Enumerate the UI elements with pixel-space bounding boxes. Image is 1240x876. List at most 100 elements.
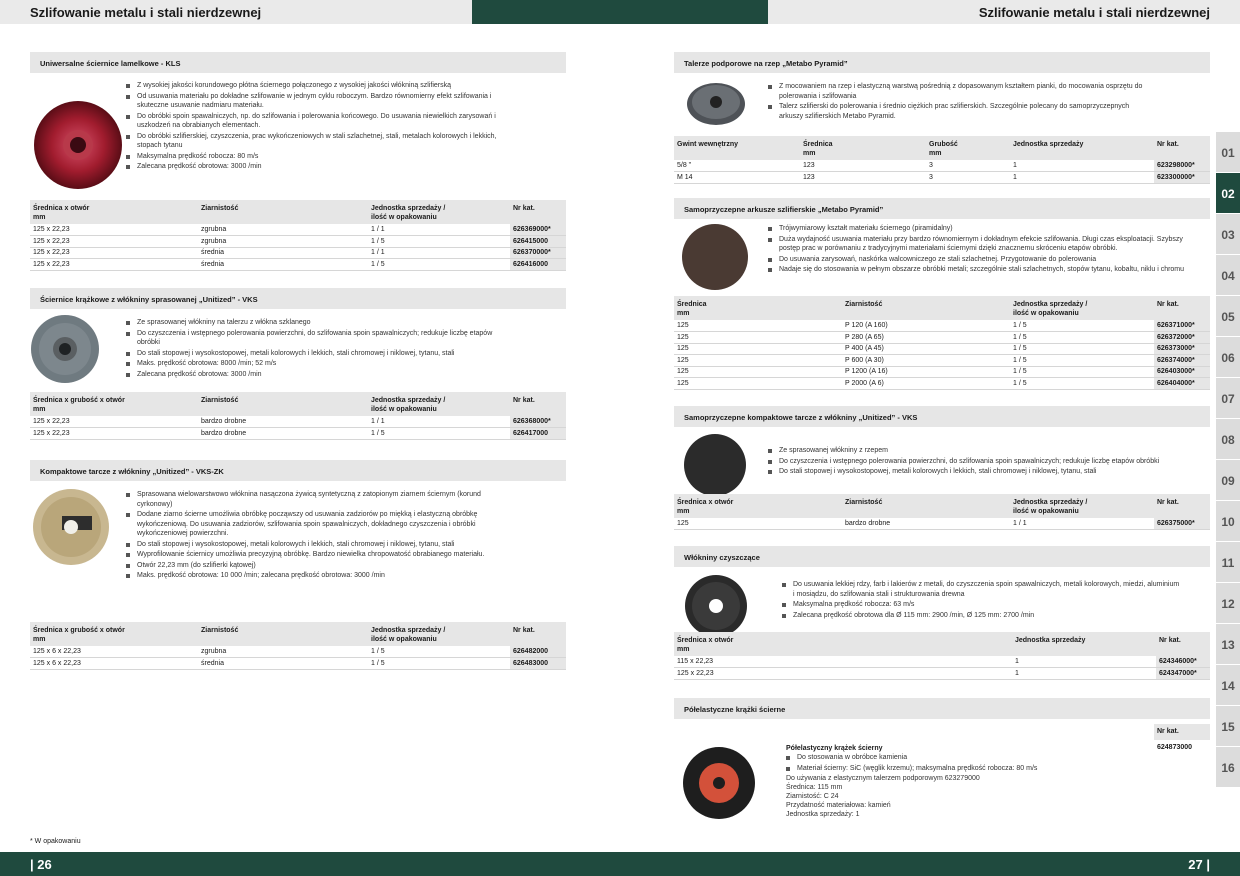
table-cell: 125 (674, 331, 842, 344)
column-header: Średnica x grubość x otwór mm (30, 392, 198, 416)
list-item: Zalecana prędkość obrotowa: 3000 /min (126, 162, 506, 172)
list-item: Maks. prędkość obrotowa: 8000 /min; 52 m… (126, 359, 506, 369)
page-number-right: 27 | (1188, 857, 1210, 872)
table-cell: 125 x 6 x 22,23 (30, 646, 198, 658)
table-cell: 1 / 1 (368, 224, 510, 236)
table-cell: 125 x 6 x 22,23 (30, 657, 198, 670)
tab-11[interactable]: 11 (1216, 542, 1240, 582)
table-header-row: Średnica x otwór mm Ziarnistość Jednostka … (30, 200, 566, 224)
tab-13[interactable]: 13 (1216, 624, 1240, 664)
column-header: Ziarnistość (842, 296, 1010, 320)
table-cell: P 600 (A 30) (842, 354, 1010, 367)
tab-15[interactable]: 15 (1216, 706, 1240, 746)
catalog-number-cell: 626368000* (510, 416, 566, 428)
catalog-number-cell: 626372000* (1154, 331, 1210, 344)
spec-table: Gwint wewnętrzny Średnica mm Grubość mm Jed… (674, 136, 1210, 184)
semi-flexible-disc-image (683, 747, 755, 819)
list-item: Maksymalna prędkość robocza: 80 m/s (126, 152, 506, 162)
tab-08[interactable]: 08 (1216, 419, 1240, 459)
table-cell: P 400 (A 45) (842, 343, 1010, 355)
column-header: Jednostka sprzedaży / ilość w opakowaniu (1010, 296, 1154, 320)
tab-10[interactable]: 10 (1216, 501, 1240, 541)
compact-disc-image (33, 489, 109, 565)
table-cell: 125 (674, 320, 842, 332)
column-header: Jednostka sprzedaży / ilość w opakowaniu (368, 392, 510, 416)
section-title: Włókniny czyszczące (674, 546, 1210, 567)
column-header: Ziarnistość (198, 392, 368, 416)
tab-14[interactable]: 14 (1216, 665, 1240, 705)
list-item: Do czyszczenia i wstępnego polerowania p… (768, 457, 1198, 467)
feature-list: Ze sprasowanej włókniny na talerzu z włó… (126, 318, 506, 380)
list-item: Do usuwania lekkiej rdzy, farb i lakieró… (782, 580, 1182, 599)
section-vks-zk: Kompaktowe tarcze z włókniny „Unitized” … (30, 460, 566, 670)
table-cell: 1 / 5 (1010, 354, 1154, 367)
catalog-number-cell: 626375000* (1154, 518, 1210, 530)
table-cell: 1 / 1 (368, 416, 510, 428)
feature-list: Z mocowaniem na rzep i elastyczną warstw… (768, 82, 1148, 122)
spec-line: Przydatność materiałowa: kamień (786, 802, 891, 809)
product-block: Z wysokiej jakości korundowego płótna śc… (30, 73, 566, 201)
column-header: Nr kat. (1154, 296, 1210, 320)
tab-12[interactable]: 12 (1216, 583, 1240, 623)
list-item: Do stali stopowej i wysokostopowej, meta… (768, 467, 1198, 477)
catalog-number-cell: 626482000 (510, 646, 566, 658)
tab-02[interactable]: 02 (1216, 173, 1240, 213)
list-item: Do stali stopowej i wysokostopowej, meta… (126, 349, 506, 359)
feature-list: Z wysokiej jakości korundowego płótna śc… (126, 81, 506, 173)
table-cell: 1 (1012, 656, 1156, 668)
catalog-number-cell: 626374000* (1154, 354, 1210, 367)
table-header-row: Gwint wewnętrzny Średnica mm Grubość mm Jed… (674, 136, 1210, 160)
spec-line: Średnica: 115 mm (786, 784, 843, 791)
catalog-number-cell: 626403000* (1154, 366, 1210, 378)
table-cell: 1 / 5 (368, 427, 510, 440)
list-item: Dodane ziarno ścierne umożliwia obróbkę … (126, 510, 506, 539)
table-cell: P 120 (A 160) (842, 320, 1010, 332)
tab-07[interactable]: 07 (1216, 378, 1240, 418)
table-cell: 1 / 5 (1010, 366, 1154, 378)
page-title-left: Szlifowanie metalu i stali nierdzewnej (30, 5, 262, 20)
table-row: 5/8 " 123 3 1 623298000* (674, 160, 1210, 172)
feature-list: Ze sprasowanej włókniny z rzepem Do czysz… (768, 446, 1198, 478)
page-number-left: | 26 (30, 857, 52, 872)
table-cell: bardzo drobne (198, 427, 368, 440)
catalog-number: 624873000 (1157, 744, 1193, 751)
tab-04[interactable]: 04 (1216, 255, 1240, 295)
feature-list: Do usuwania lekkiej rdzy, farb i lakieró… (782, 580, 1182, 621)
list-item: Z wysokiej jakości korundowego płótna śc… (126, 81, 506, 91)
nr-header: Nr kat. (1154, 724, 1210, 740)
section-title: Półelastyczne krążki ścierne (674, 698, 1210, 719)
table-row: 125 P 600 (A 30) 1 / 5 626374000* (674, 354, 1210, 367)
spec-line: Jednostka sprzedaży: 1 (786, 811, 860, 818)
bottom-bar: | 26 27 | (0, 852, 1240, 876)
table-row: M 14 123 3 1 623300000* (674, 171, 1210, 184)
table-cell: M 14 (674, 171, 800, 184)
section-pyramid-sheets: Samoprzyczepne arkusze szlifierskie „Met… (674, 198, 1210, 390)
catalog-number-cell: 626369000* (510, 224, 566, 236)
list-item: Otwór 22,23 mm (do szlifierki kątowej) (126, 561, 506, 571)
tab-01[interactable]: 01 (1216, 132, 1240, 172)
table-cell: 125 (674, 377, 842, 390)
table-cell: 1 (1010, 160, 1154, 172)
tab-09[interactable]: 09 (1216, 460, 1240, 500)
table-row: 125 P 120 (A 160) 1 / 5 626371000* (674, 320, 1210, 332)
table-header-row: Średnica x grubość x otwór mm Ziarnistość… (30, 392, 566, 416)
table-header-row: Średnica x otwór mm Jednostka sprzedaży Nr… (674, 632, 1210, 656)
tab-16[interactable]: 16 (1216, 747, 1240, 787)
list-item: Do obróbki spoin spawalniczych, np. do s… (126, 112, 506, 131)
catalog-number-cell: 626370000* (510, 247, 566, 259)
product-name: Półelastyczny krążek ścierny (786, 745, 883, 752)
table-cell: P 1200 (A 16) (842, 366, 1010, 378)
section-vks-velcro: Samoprzyczepne kompaktowe tarcze z włókn… (674, 406, 1210, 530)
list-item: Talerz szlifierski do polerowania i śred… (768, 102, 1148, 121)
table-cell: średnia (198, 258, 368, 271)
table-row: 125 x 22,23 średnia 1 / 5 626416000 (30, 258, 566, 271)
table-cell: zgrubna (198, 235, 368, 248)
table-cell: średnia (198, 657, 368, 670)
catalog-number-cell: 623300000* (1154, 171, 1210, 184)
table-cell: 1 / 5 (1010, 343, 1154, 355)
tab-05[interactable]: 05 (1216, 296, 1240, 336)
table-cell: 125 (674, 366, 842, 378)
tab-06[interactable]: 06 (1216, 337, 1240, 377)
tab-03[interactable]: 03 (1216, 214, 1240, 254)
table-cell: 1 / 5 (368, 258, 510, 271)
